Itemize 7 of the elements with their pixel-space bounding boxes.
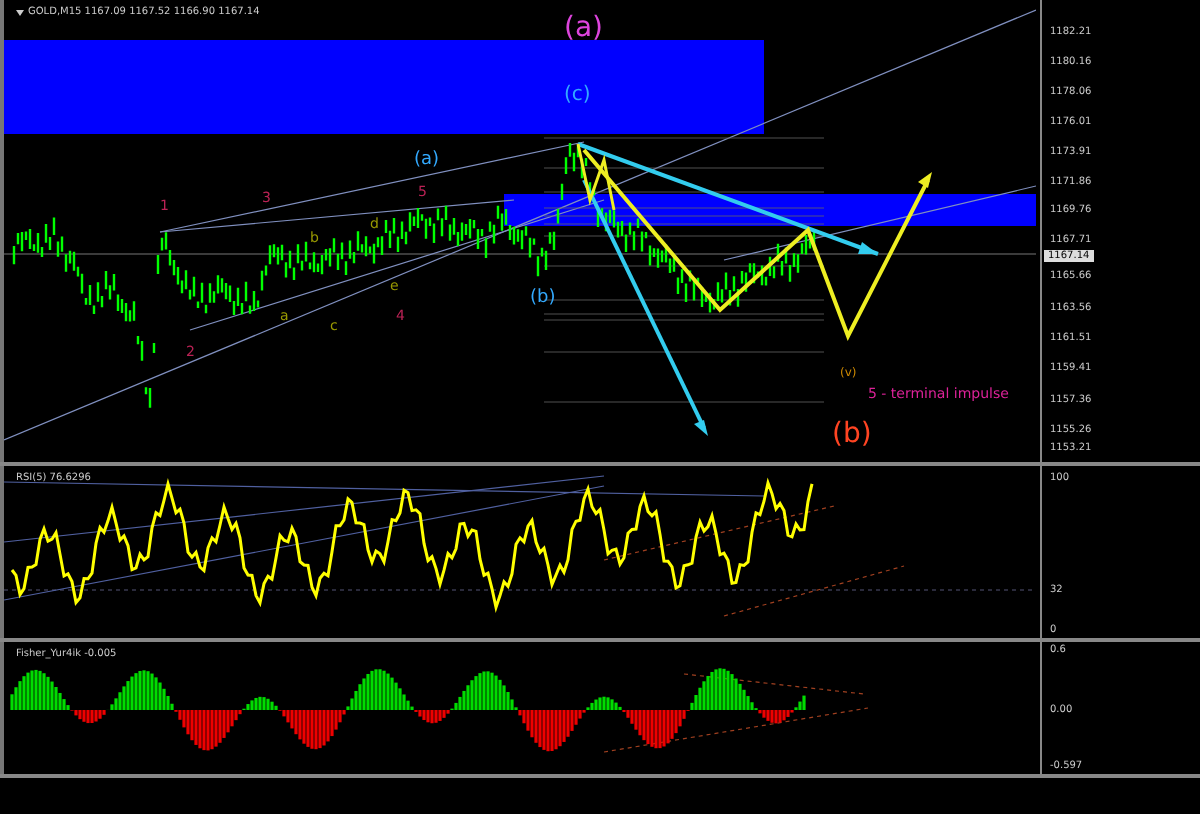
projection-path — [576, 143, 616, 211]
wave-label: (b) — [530, 288, 556, 308]
wave-label: (a) — [414, 150, 440, 170]
wave-label: (b) — [832, 418, 872, 450]
dropdown-icon[interactable] — [16, 9, 24, 15]
wave-label: (c) — [564, 84, 591, 106]
wave-label: (a) — [564, 12, 604, 44]
